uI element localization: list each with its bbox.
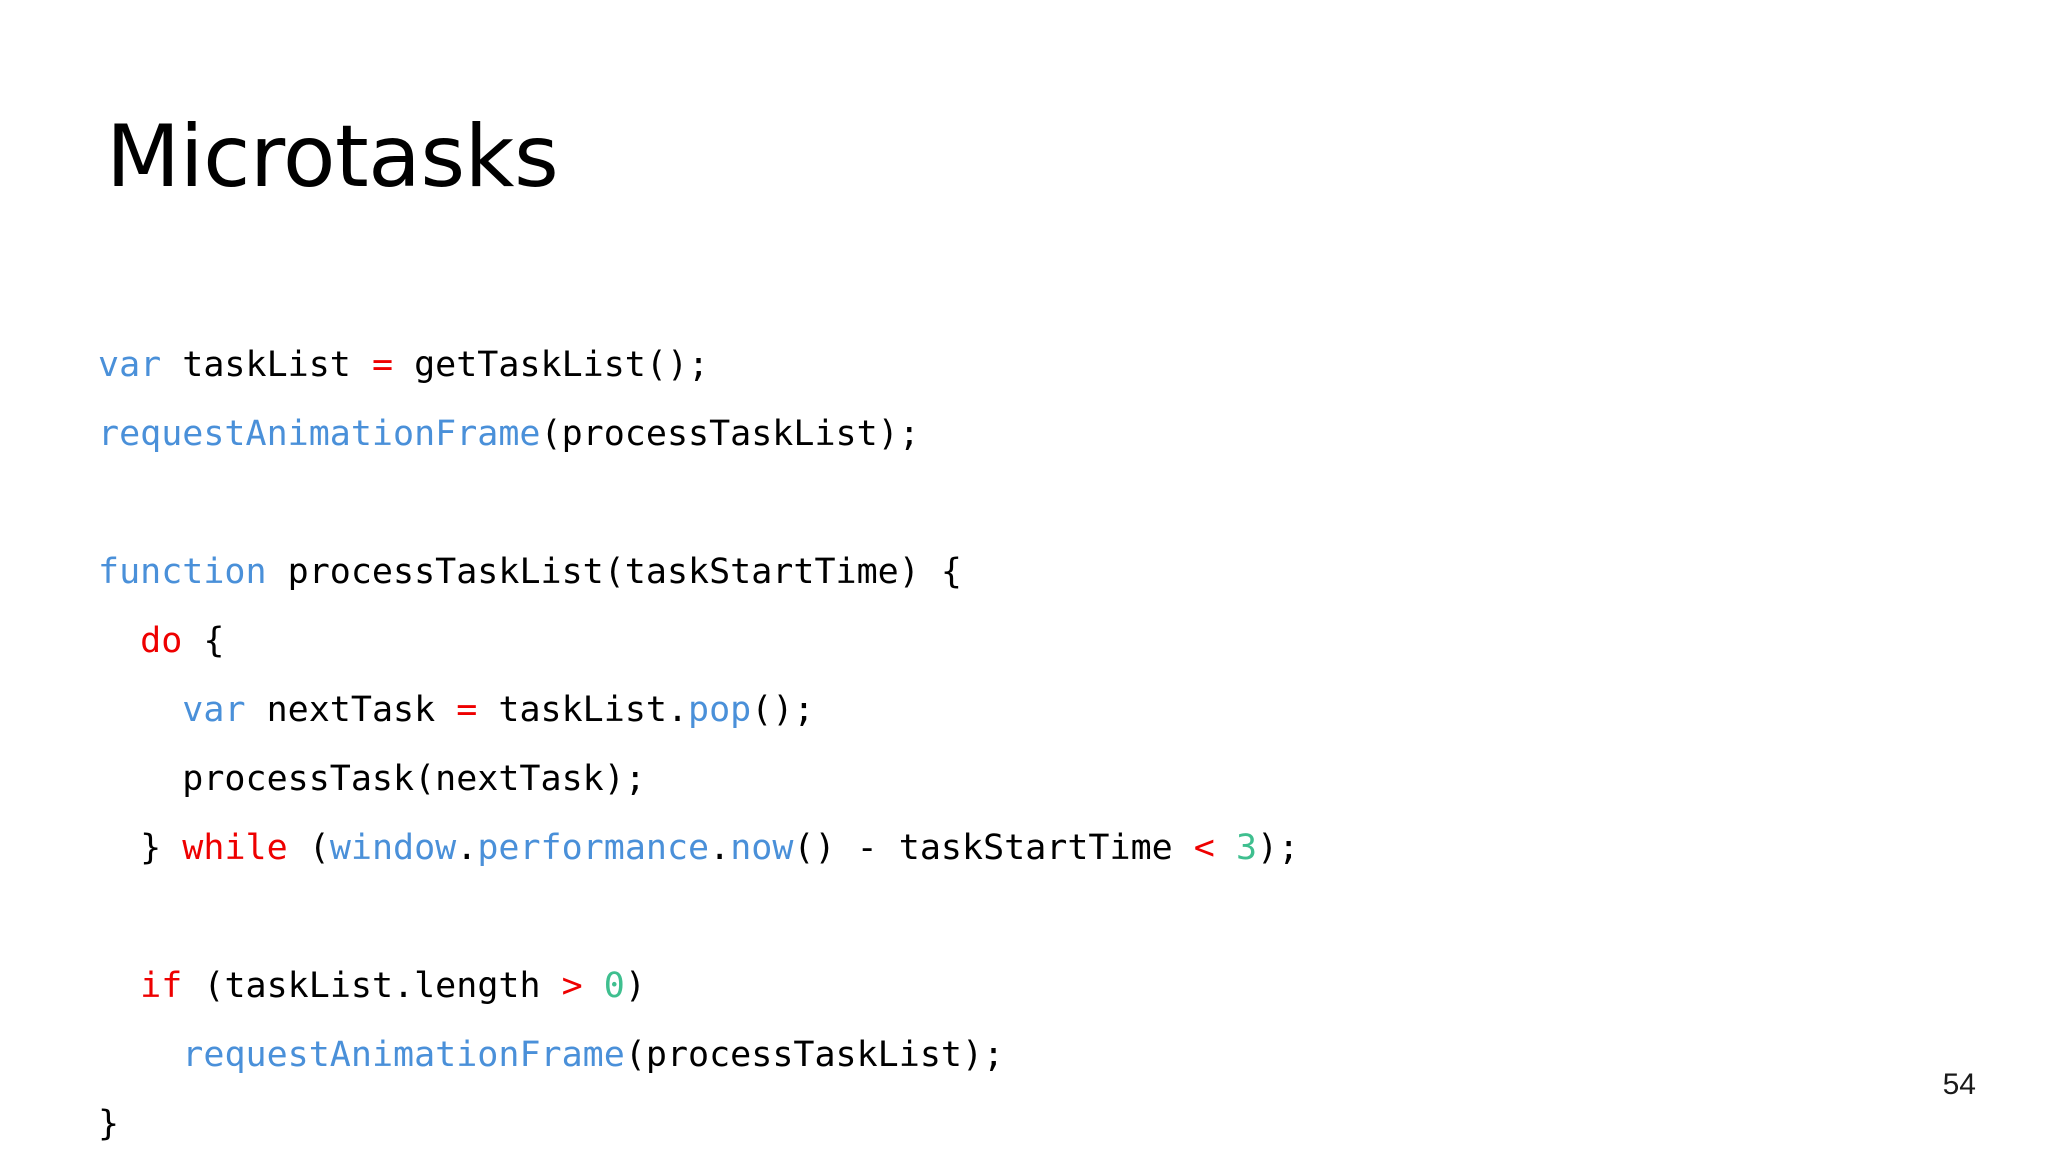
code-token: (taskList.length [182,966,562,1006]
code-token: ); [1257,828,1300,868]
code-token: 3 [1235,828,1258,868]
code-line: requestAnimationFrame(processTaskList); [98,400,1299,469]
code-token: nextTask [245,690,457,730]
code-token: ) [624,966,646,1006]
code-line: var taskList = getTaskList(); [98,331,1299,400]
code-token: performance [477,828,710,868]
code-token: now [730,828,794,868]
page-title: Microtasks [106,106,559,207]
code-token: ( [287,828,330,868]
code-token: var [182,690,246,730]
code-line: } [98,1090,1299,1152]
code-token: processTask(nextTask); [98,759,646,799]
code-token: . [709,828,731,868]
code-token: < [1193,828,1215,868]
page-number: 54 [1942,1068,1976,1101]
code-token: { [182,621,225,661]
code-token: if [140,966,183,1006]
code-token: taskList [161,345,372,385]
code-token: taskList. [477,690,689,730]
code-token: () - taskStartTime [793,828,1194,868]
code-block: var taskList = getTaskList(); requestAnim… [98,331,1299,1152]
code-token: requestAnimationFrame [182,1035,625,1075]
code-token: processTaskList(taskStartTime) { [266,552,962,592]
code-token: = [456,690,478,730]
code-token: do [140,621,183,661]
code-token: } [98,1104,120,1144]
code-token: . [456,828,478,868]
code-token: } [98,828,183,868]
code-line: if (taskList.length > 0) [98,952,1299,1021]
code-line: } while (window.performance.now() - task… [98,814,1299,883]
code-token: > [561,966,583,1006]
code-token: 0 [603,966,625,1006]
code-line: function processTaskList(taskStartTime) … [98,538,1299,607]
code-token: requestAnimationFrame [98,414,541,454]
code-token: (); [751,690,815,730]
code-token: pop [688,690,752,730]
code-token: getTaskList(); [393,345,710,385]
code-line: processTask(nextTask); [98,745,1299,814]
code-line: requestAnimationFrame(processTaskList); [98,1021,1299,1090]
code-line: do { [98,607,1299,676]
code-token: window [329,828,457,868]
slide-canvas: Microtasks var taskList = getTaskList();… [0,0,2048,1152]
code-line: var nextTask = taskList.pop(); [98,676,1299,745]
code-token: while [182,828,288,868]
code-token: (processTaskList); [624,1035,1005,1075]
code-token: (processTaskList); [540,414,920,454]
code-token: = [371,345,394,385]
code-token: var [98,345,162,385]
code-token: function [98,552,267,592]
